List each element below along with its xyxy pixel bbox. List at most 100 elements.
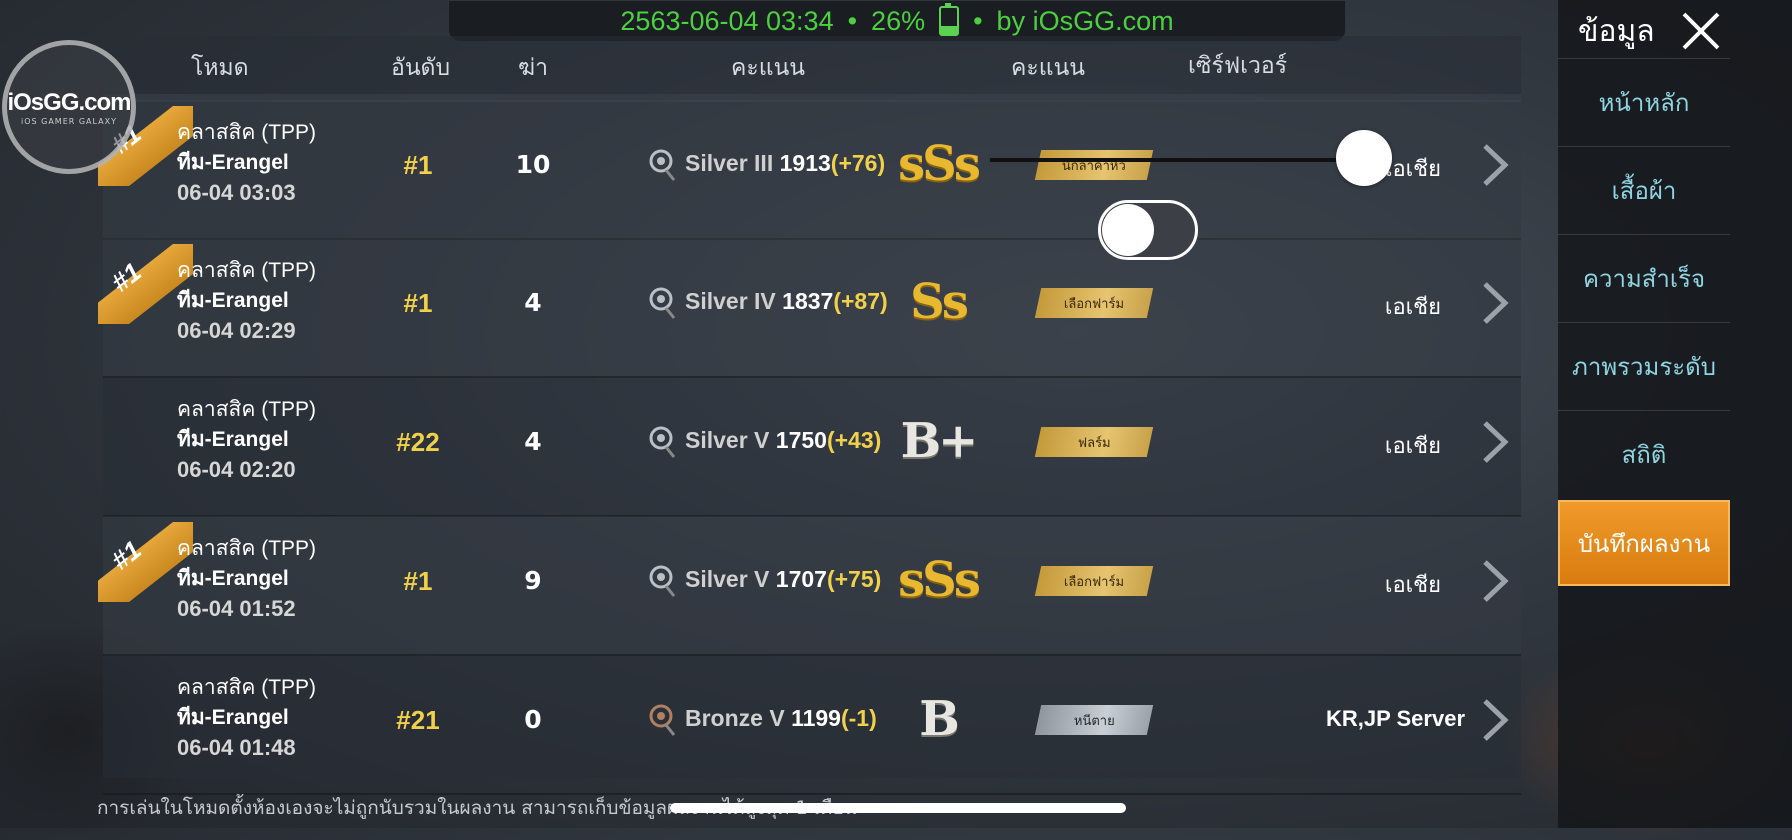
table-row[interactable]: #1 คลาสสิค (TPP) ทีม-Erangel 06-04 02:29… <box>103 238 1521 378</box>
table-row[interactable]: #1 คลาสสิค (TPP) ทีม-Erangel 06-04 01:52… <box>103 516 1521 656</box>
score: Silver III 1913(+76) <box>685 150 885 177</box>
chevron-right-icon[interactable] <box>1477 419 1513 465</box>
score-points: 1837 <box>782 288 834 314</box>
status-datetime: 2563-06-04 03:34 <box>620 5 834 36</box>
tier-icon <box>649 149 676 181</box>
score-delta: (+43) <box>826 427 882 453</box>
playstyle-badge: ฟลร์ม <box>1034 427 1154 457</box>
playstyle-badge: นักล่าค่าหัว <box>1034 150 1154 180</box>
status-credit: by iOsGG.com <box>996 5 1174 36</box>
sidebar-title: ข้อมูล <box>1578 14 1655 49</box>
performance-grade: sSs <box>898 136 981 192</box>
sidebar-item-stats[interactable]: สถิติ <box>1558 410 1730 497</box>
placement: #1 <box>403 566 433 596</box>
server-name: เอเชีย <box>1384 156 1441 181</box>
kills: 9 <box>524 566 542 595</box>
home-indicator[interactable] <box>670 803 1126 813</box>
header-rank: อันดับ <box>391 55 451 81</box>
chevron-right-icon[interactable] <box>1477 558 1513 604</box>
sidebar-item-match-history[interactable]: บันทึกผลงาน <box>1558 500 1730 586</box>
table-row[interactable]: คลาสสิค (TPP) ทีม-Erangel 06-04 02:20 #2… <box>103 377 1521 517</box>
server-name: KR,JP Server <box>1325 706 1465 731</box>
score-points: 1199 <box>791 705 841 731</box>
overlay-slider-track[interactable] <box>990 158 1370 162</box>
overlay-slider-knob[interactable] <box>1336 130 1392 186</box>
playstyle-badge: เลือกฟาร์ม <box>1034 288 1154 318</box>
score-points: 1913 <box>779 150 831 176</box>
tier-icon <box>649 704 676 736</box>
score: Silver V 1707(+75) <box>685 566 881 593</box>
badge-label: เลือกฟาร์ม <box>1063 574 1125 590</box>
score: Silver V 1750(+43) <box>685 427 881 454</box>
header-rating: คะแนน <box>1011 55 1086 81</box>
performance-grade: Ss <box>910 274 969 330</box>
logo-subtext: iOS GAMER GALAXY <box>20 116 118 126</box>
badge-label: ฟลร์ม <box>1077 435 1111 451</box>
table-row[interactable]: #1 คลาสสิค (TPP) ทีม-Erangel 06-04 03:03… <box>103 100 1521 240</box>
mode-info: คลาสสิค (TPP) ทีม-Erangel 06-04 01:52 <box>177 534 316 624</box>
tier-icon <box>649 426 676 458</box>
score: Silver IV 1837(+87) <box>685 288 888 315</box>
header-score: คะแนน <box>731 55 806 81</box>
placement: #21 <box>396 705 440 735</box>
placement: #1 <box>403 288 433 318</box>
mode-name: คลาสสิค (TPP) <box>177 398 317 421</box>
sidebar-item-home[interactable]: หน้าหลัก <box>1558 58 1730 145</box>
tier-name: Bronze V <box>685 705 785 731</box>
kills: 10 <box>515 150 551 179</box>
score-delta: (-1) <box>840 705 877 731</box>
header-kills: ฆ่า <box>518 55 548 81</box>
status-separator: • <box>847 5 858 36</box>
chevron-right-icon[interactable] <box>1477 697 1513 743</box>
sidebar-item-rank-overview[interactable]: ภาพรวมระดับ <box>1558 322 1730 409</box>
overlay-toggle[interactable] <box>1098 200 1198 260</box>
header-server: เซิร์ฟเวอร์ <box>1188 53 1288 79</box>
performance-grade: B+ <box>900 413 979 469</box>
playstyle-badge: หนีตาย <box>1034 705 1154 735</box>
sidebar-item-clothing[interactable]: เสื้อผ้า <box>1558 146 1730 233</box>
placement: #22 <box>396 427 440 457</box>
chevron-right-icon[interactable] <box>1477 142 1513 188</box>
tier-name: Silver IV <box>685 288 776 314</box>
tier-icon <box>649 287 676 319</box>
status-separator: • <box>973 5 983 36</box>
match-history-panel: โหมด อันดับ ฆ่า คะแนน คะแนน เซิร์ฟเวอร์ … <box>103 36 1521 795</box>
battery-icon <box>939 3 960 36</box>
logo-text: iOsGG.com <box>7 88 131 116</box>
map-name: ทีม-Erangel <box>177 289 289 312</box>
score-delta: (+87) <box>833 288 888 314</box>
badge-label: เลือกฟาร์ม <box>1063 296 1125 312</box>
tier-name: Silver V <box>685 566 770 592</box>
winner-label: #1 <box>105 534 147 576</box>
sidebar: ข้อมูล หน้าหลัก เสื้อผ้า ความสำเร็จ ภาพร… <box>1558 0 1792 828</box>
mode-name: คลาสสิค (TPP) <box>177 121 317 144</box>
score-points: 1707 <box>775 566 827 592</box>
toggle-knob <box>1102 204 1154 256</box>
mode-info: คลาสสิค (TPP) ทีม-Erangel 06-04 02:29 <box>177 256 316 346</box>
tier-icon <box>649 565 676 597</box>
mode-name: คลาสสิค (TPP) <box>177 537 317 560</box>
server-name: เอเชีย <box>1384 433 1441 458</box>
match-date: 06-04 03:03 <box>177 180 296 205</box>
placement: #1 <box>403 150 433 180</box>
tier-name: Silver V <box>685 427 770 453</box>
match-date: 06-04 01:52 <box>177 596 296 621</box>
chevron-right-icon[interactable] <box>1477 280 1513 326</box>
map-name: ทีม-Erangel <box>177 428 289 451</box>
kills: 0 <box>524 705 542 734</box>
winner-label: #1 <box>105 256 147 298</box>
table-header: โหมด อันดับ ฆ่า คะแนน คะแนน เซิร์ฟเวอร์ <box>103 36 1521 102</box>
close-icon[interactable] <box>1680 10 1722 52</box>
sidebar-item-achievements[interactable]: ความสำเร็จ <box>1558 234 1730 321</box>
battery-percent: 26% <box>871 5 926 36</box>
server-name: เอเชีย <box>1384 572 1441 597</box>
server-name: เอเชีย <box>1384 294 1441 319</box>
watermark-logo: iOsGG.com iOS GAMER GALAXY <box>2 40 136 174</box>
table-row[interactable]: คลาสสิค (TPP) ทีม-Erangel 06-04 01:48 #2… <box>103 655 1521 795</box>
performance-grade: B <box>919 691 960 747</box>
header-mode: โหมด <box>191 55 249 81</box>
score-points: 1750 <box>775 427 827 453</box>
match-date: 06-04 01:48 <box>177 735 296 760</box>
tier-name: Silver III <box>685 150 774 176</box>
mode-info: คลาสสิค (TPP) ทีม-Erangel 06-04 03:03 <box>177 118 316 208</box>
